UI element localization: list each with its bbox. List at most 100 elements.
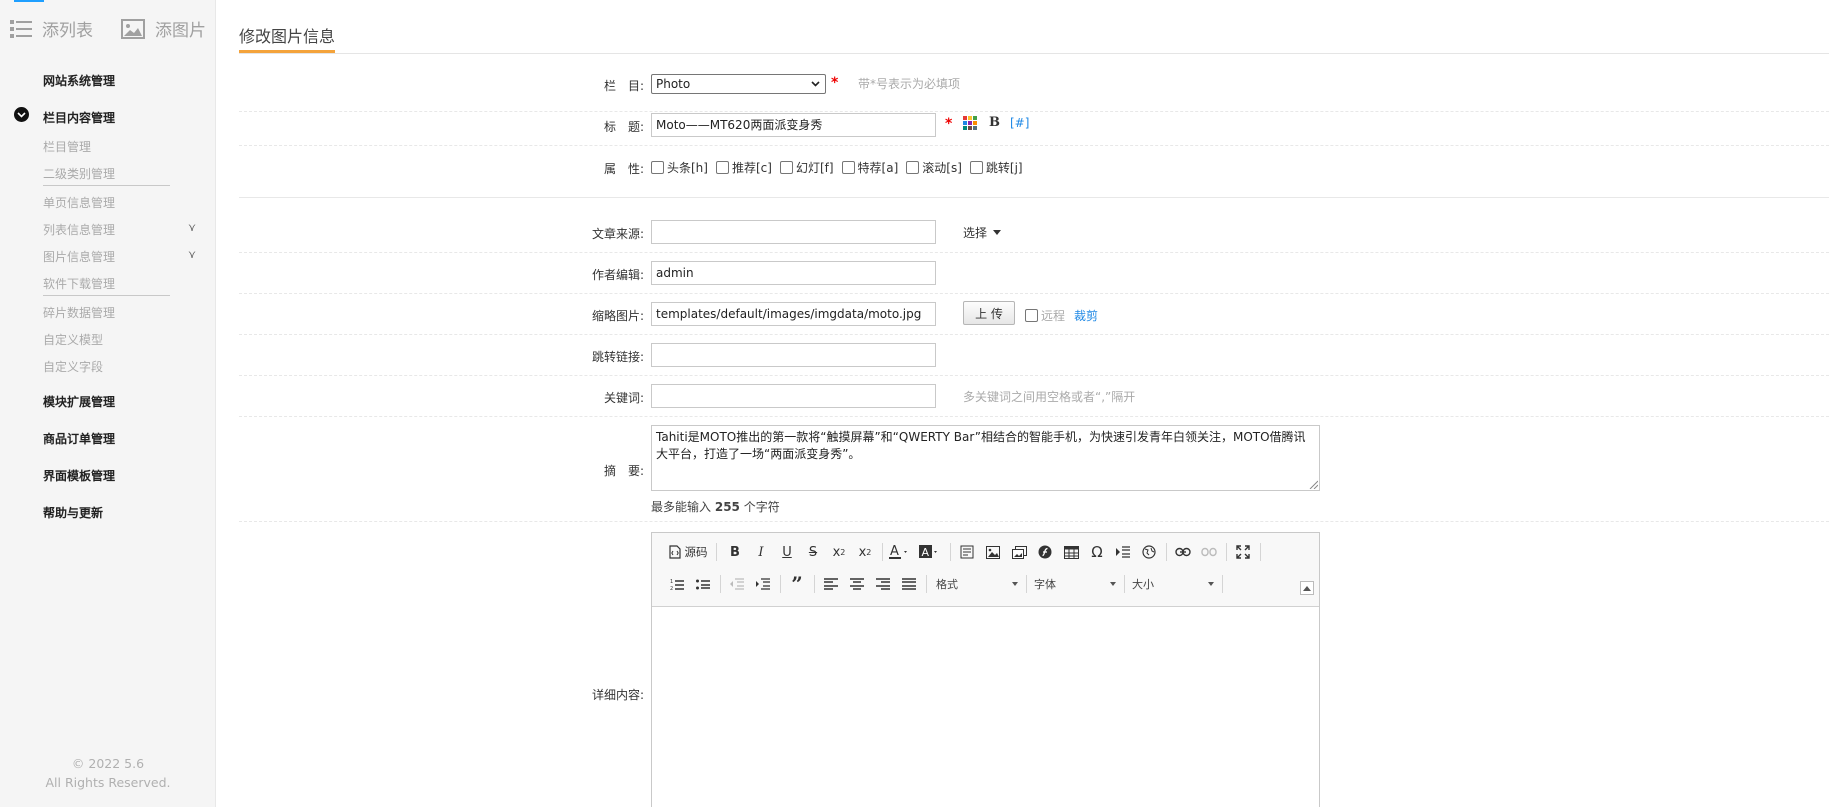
indent-icon[interactable] [752,573,774,595]
summary-textarea[interactable]: Tahiti是MOTO推出的第一款将“触摸屏幕”和“QWERTY Bar”相结合… [651,425,1320,491]
required-mark: * [831,75,839,91]
numbered-list-icon[interactable]: 12 [666,573,688,595]
menu-template-manage[interactable]: 界面模板管理 [43,467,115,484]
size-dropdown[interactable]: 大小 [1128,573,1218,595]
attribute-slideshow-checkbox[interactable]: 幻灯[f] [779,159,834,176]
upload-button[interactable]: 上 传 [963,301,1015,325]
insert-images-icon[interactable] [1008,541,1030,563]
bold-title-button[interactable]: B [989,115,1000,130]
attribute-redirect-checkbox[interactable]: 跳转[j] [969,159,1023,176]
source-label: 文章来源: [591,227,644,241]
background-color-icon[interactable]: A [918,541,944,563]
resize-handle-icon[interactable] [1309,480,1318,489]
superscript-icon[interactable]: x2 [854,541,876,563]
crop-link[interactable]: 裁剪 [1074,307,1098,324]
title-rule [239,53,1829,54]
template-icon[interactable] [956,541,978,563]
menu-item-software-download[interactable]: 软件下载管理 [43,275,115,292]
menu-item-fragment-data[interactable]: 碎片数据管理 [43,304,115,321]
thumbnail-input[interactable]: templates/default/images/imgdata/moto.jp… [651,302,936,326]
title-input[interactable]: Moto——MT620两面派变身秀 [651,113,936,137]
italic-icon[interactable]: I [750,541,772,563]
link-icon[interactable] [1172,541,1194,563]
align-justify-icon[interactable] [898,573,920,595]
tab-add-image-label: 添图片 [155,21,206,41]
attribute-special-label: 特荐[a] [857,161,899,175]
collapse-toolbar-icon[interactable] [1300,581,1314,595]
caret-down-icon [1110,582,1116,586]
menu-item-single-page[interactable]: 单页信息管理 [43,194,115,211]
toolbar-separator [720,575,721,593]
content-label: 详细内容: [591,688,644,702]
page-break-icon[interactable] [1112,541,1134,563]
source-code-button[interactable]: 源码 [666,541,710,563]
author-input[interactable]: admin [651,261,936,285]
font-dropdown[interactable]: 字体 [1030,573,1120,595]
format-dropdown[interactable]: 格式 [932,573,1022,595]
special-char-icon[interactable]: Ω [1086,541,1108,563]
checkbox-box [651,161,664,174]
menu-item-image-info[interactable]: 图片信息管理 ⋎ [43,248,196,265]
strikethrough-icon[interactable]: S [802,541,824,563]
menu-site-system[interactable]: 网站系统管理 [43,72,115,89]
source-select-dropdown[interactable]: 选择 [963,224,1002,241]
section-divider [239,197,1829,198]
maximize-icon[interactable] [1232,541,1254,563]
row-divider [239,145,1829,146]
copyright: © 2022 5.6 All Rights Reserved. [0,754,216,792]
format-label: 格式 [936,578,958,591]
menu-order-manage[interactable]: 商品订单管理 [43,430,115,447]
menu-item-column-manage[interactable]: 栏目管理 [43,138,91,155]
insert-table-icon[interactable] [1060,541,1082,563]
menu-item-list-info[interactable]: 列表信息管理 ⋎ [43,221,196,238]
svg-text:2: 2 [670,586,673,591]
align-right-icon[interactable] [872,573,894,595]
editor-content-area[interactable] [652,608,1319,807]
source-input[interactable] [651,220,936,244]
text-color-icon[interactable]: A [888,541,914,563]
color-picker-icon[interactable] [963,116,977,130]
row-divider [239,111,1829,112]
toolbar-separator [780,575,781,593]
row-divider [239,521,1829,522]
toolbar-separator [1226,543,1227,561]
align-center-icon[interactable] [846,573,868,595]
subscript-icon[interactable]: x2 [828,541,850,563]
menu-item-custom-field[interactable]: 自定义字段 [43,358,103,375]
chevron-down-icon [811,81,820,87]
menu-item-custom-model[interactable]: 自定义模型 [43,331,103,348]
unlink-icon[interactable] [1198,541,1220,563]
outdent-icon[interactable] [726,573,748,595]
row-divider [239,293,1829,294]
blockquote-icon[interactable]: ” [786,572,808,596]
insert-image-icon[interactable] [982,541,1004,563]
redirect-input[interactable] [651,343,936,367]
column-select[interactable]: Photo [651,74,826,94]
remote-checkbox[interactable]: 远程 [1025,307,1065,324]
toolbar-separator [882,543,883,561]
bold-icon[interactable]: B [724,541,746,563]
keywords-input[interactable] [651,384,936,408]
align-left-icon[interactable] [820,573,842,595]
author-label: 作者编辑: [591,268,644,282]
underline-icon[interactable]: U [776,541,798,563]
menu-help-update[interactable]: 帮助与更新 [43,504,103,521]
iframe-globe-icon[interactable] [1138,541,1160,563]
attribute-recommend-checkbox[interactable]: 推荐[c] [715,159,772,176]
menu-item-sub-category[interactable]: 二级类别管理 [43,165,115,182]
chevron-down-icon[interactable] [14,107,29,122]
tab-add-list[interactable]: 添列表 [10,16,93,41]
attribute-headline-checkbox[interactable]: 头条[h] [651,159,708,176]
insert-flash-icon[interactable] [1034,541,1056,563]
bullet-list-icon[interactable] [692,573,714,595]
attribute-scroll-checkbox[interactable]: 滚动[s] [906,159,962,176]
keywords-hint: 多关键词之间用空格或者“,”隔开 [963,390,1136,404]
tab-add-image[interactable]: 添图片 [121,16,206,41]
toolbar-separator [814,575,815,593]
title-link-button[interactable]: [#] [1010,116,1029,130]
checkbox-box [841,161,855,174]
menu-module-extension[interactable]: 模块扩展管理 [43,393,115,410]
attribute-special-checkbox[interactable]: 特荐[a] [841,159,899,176]
menu-column-content[interactable]: 栏目内容管理 [43,109,115,126]
rich-text-editor: 源码 B I U S x2 x2 A A Ω 1 2 ” 格式 字体 大小 [651,532,1320,807]
